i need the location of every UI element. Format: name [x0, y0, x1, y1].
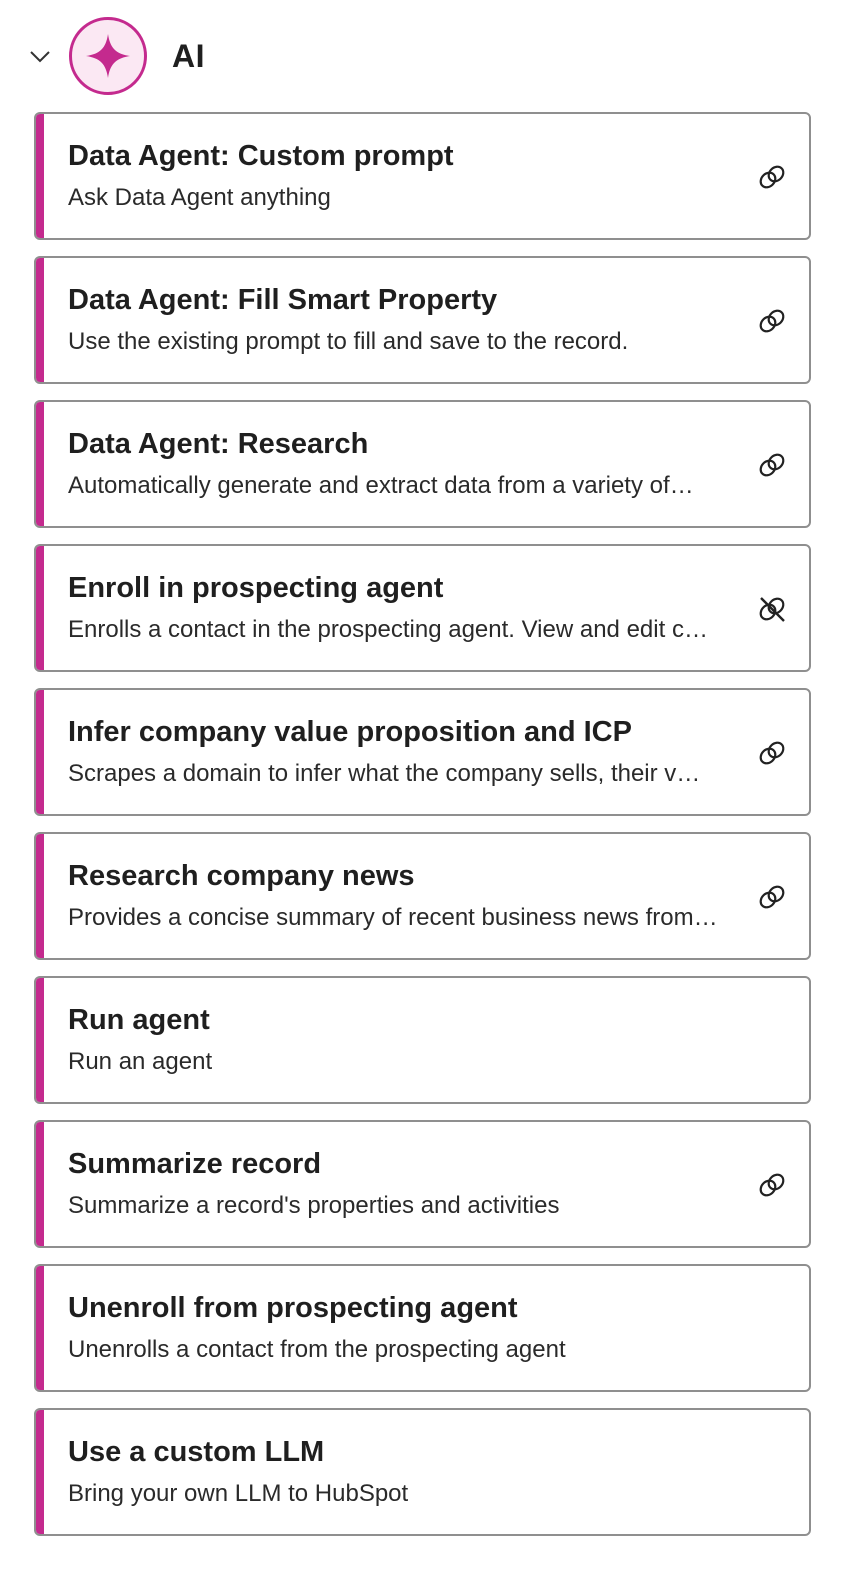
action-card-data-agent-research[interactable]: Data Agent: Research Automatically gener… — [34, 400, 811, 528]
action-card-run-agent[interactable]: Run agent Run an agent — [34, 976, 811, 1104]
card-accent-bar — [36, 978, 44, 1102]
card-title: Data Agent: Fill Smart Property — [68, 284, 498, 316]
linked-icon — [757, 306, 787, 336]
action-list: Data Agent: Custom prompt Ask Data Agent… — [34, 112, 811, 1552]
card-description: Bring your own LLM to HubSpot — [68, 1480, 409, 1507]
card-description: Provides a concise summary of recent bus… — [68, 904, 718, 931]
card-title: Run agent — [68, 1004, 210, 1036]
unlinked-icon — [757, 594, 787, 624]
card-description: Use the existing prompt to fill and save… — [68, 328, 629, 355]
card-description: Run an agent — [68, 1048, 213, 1075]
card-accent-bar — [36, 1266, 44, 1390]
card-accent-bar — [36, 258, 44, 382]
card-title: Infer company value proposition and ICP — [68, 716, 632, 748]
card-title: Data Agent: Research — [68, 428, 369, 460]
action-card-infer-company-value-proposition[interactable]: Infer company value proposition and ICP … — [34, 688, 811, 816]
linked-icon — [757, 162, 787, 192]
ai-sparkle-badge — [69, 17, 147, 95]
action-card-enroll-in-prospecting-agent[interactable]: Enroll in prospecting agent Enrolls a co… — [34, 544, 811, 672]
card-accent-bar — [36, 546, 44, 670]
linked-icon — [757, 882, 787, 912]
card-description: Unenrolls a contact from the prospecting… — [68, 1336, 566, 1363]
card-accent-bar — [36, 114, 44, 238]
card-description: Scrapes a domain to infer what the compa… — [68, 760, 701, 787]
card-title: Enroll in prospecting agent — [68, 572, 444, 604]
card-description: Ask Data Agent anything — [68, 184, 331, 211]
linked-icon — [757, 450, 787, 480]
card-description: Summarize a record's properties and acti… — [68, 1192, 560, 1219]
card-title: Research company news — [68, 860, 415, 892]
card-title: Data Agent: Custom prompt — [68, 140, 454, 172]
linked-icon — [757, 1170, 787, 1200]
ai-section-header[interactable]: AI — [0, 0, 846, 112]
action-card-summarize-record[interactable]: Summarize record Summarize a record's pr… — [34, 1120, 811, 1248]
linked-icon — [757, 738, 787, 768]
card-accent-bar — [36, 1410, 44, 1534]
action-card-data-agent-fill-smart-property[interactable]: Data Agent: Fill Smart Property Use the … — [34, 256, 811, 384]
chevron-down-icon[interactable] — [28, 44, 52, 68]
card-description: Automatically generate and extract data … — [68, 472, 694, 499]
card-title: Use a custom LLM — [68, 1436, 325, 1468]
card-title: Unenroll from prospecting agent — [68, 1292, 518, 1324]
sparkle-icon — [86, 34, 130, 78]
card-description: Enrolls a contact in the prospecting age… — [68, 616, 708, 643]
card-accent-bar — [36, 402, 44, 526]
card-title: Summarize record — [68, 1148, 322, 1180]
action-card-use-a-custom-llm[interactable]: Use a custom LLM Bring your own LLM to H… — [34, 1408, 811, 1536]
action-card-unenroll-from-prospecting-agent[interactable]: Unenroll from prospecting agent Unenroll… — [34, 1264, 811, 1392]
action-card-data-agent-custom-prompt[interactable]: Data Agent: Custom prompt Ask Data Agent… — [34, 112, 811, 240]
card-accent-bar — [36, 834, 44, 958]
card-accent-bar — [36, 1122, 44, 1246]
action-card-research-company-news[interactable]: Research company news Provides a concise… — [34, 832, 811, 960]
section-title: AI — [172, 38, 205, 74]
card-accent-bar — [36, 690, 44, 814]
